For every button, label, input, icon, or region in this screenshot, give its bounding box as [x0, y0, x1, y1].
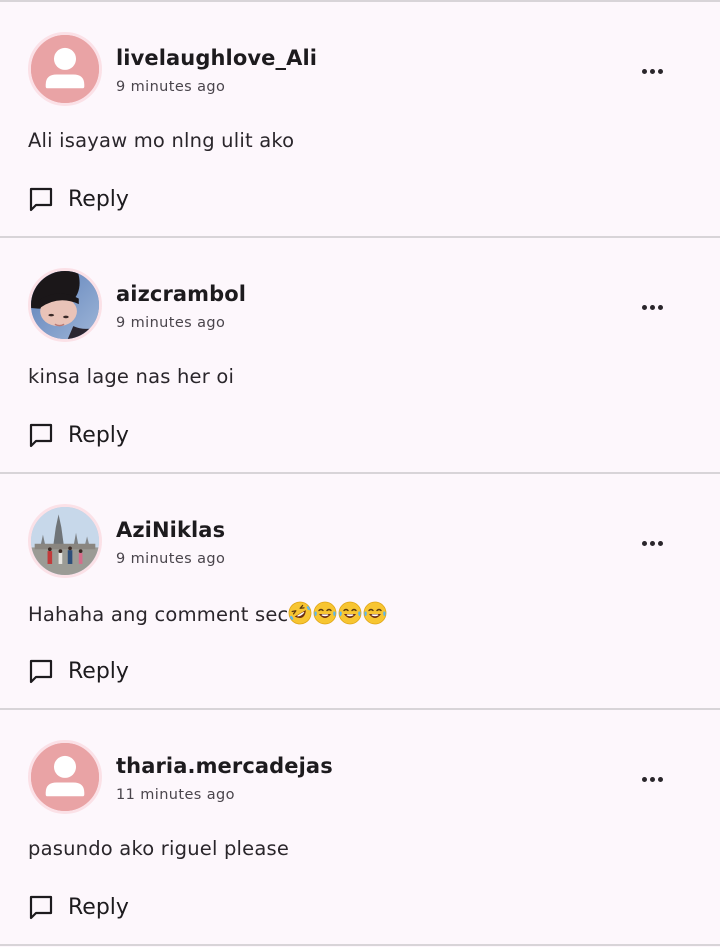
comment-bubble-icon: [28, 422, 54, 448]
avatar[interactable]: [28, 268, 102, 342]
comment-timestamp: 9 minutes ago: [116, 315, 226, 331]
avatar[interactable]: [28, 32, 102, 106]
more-options-button[interactable]: [630, 292, 674, 322]
comment-timestamp: 9 minutes ago: [116, 551, 226, 567]
person-icon: [31, 35, 99, 103]
reply-button[interactable]: Reply: [28, 654, 129, 688]
comment-username[interactable]: tharia.mercadejas: [116, 754, 333, 778]
comment-username[interactable]: aizcrambol: [116, 282, 246, 306]
comment-item: AziNiklas 9 minutes ago Hahaha ang comme…: [0, 474, 720, 708]
more-options-button[interactable]: [630, 764, 674, 794]
comment-username[interactable]: AziNiklas: [116, 518, 225, 542]
comment-text: Ali isayaw mo nlng ulit ako: [28, 129, 295, 152]
dot: [657, 540, 663, 546]
more-options-button[interactable]: [630, 528, 674, 558]
tears-of-joy-emoji-icon: [363, 601, 387, 625]
comment-bubble-icon: [28, 894, 54, 920]
comment-bubble-icon: [28, 186, 54, 212]
tears-of-joy-emoji-icon: [338, 601, 362, 625]
dot: [641, 304, 647, 310]
avatar[interactable]: [28, 504, 102, 578]
dot: [657, 776, 663, 782]
comment-text: Hahaha ang comment sec: [28, 601, 388, 626]
divider: [0, 944, 720, 946]
dot: [649, 540, 655, 546]
comment-timestamp: 11 minutes ago: [116, 787, 235, 803]
dot: [649, 776, 655, 782]
dot: [641, 68, 647, 74]
dot: [657, 304, 663, 310]
dot: [641, 540, 647, 546]
reply-button[interactable]: Reply: [28, 418, 129, 452]
rolling-on-floor-laughing-emoji-icon: [288, 601, 312, 625]
comment-text-body: Hahaha ang comment sec: [28, 603, 289, 626]
comment-text: pasundo ako riguel please: [28, 837, 290, 860]
person-icon: [31, 743, 99, 811]
reply-label: Reply: [68, 658, 129, 684]
reply-label: Reply: [68, 894, 129, 920]
comment-bubble-icon: [28, 658, 54, 684]
reply-label: Reply: [68, 422, 129, 448]
comment-username[interactable]: livelaughlove_Ali: [116, 46, 317, 70]
avatar[interactable]: [28, 740, 102, 814]
dot: [657, 68, 663, 74]
reply-label: Reply: [68, 186, 129, 212]
more-options-button[interactable]: [630, 56, 674, 86]
comment-item: aizcrambol 9 minutes ago kinsa lage nas …: [0, 238, 720, 472]
dot: [649, 68, 655, 74]
profile-photo: [31, 271, 99, 339]
comment-item: livelaughlove_Ali 9 minutes ago Ali isay…: [0, 2, 720, 236]
comment-timestamp: 9 minutes ago: [116, 79, 226, 95]
dot: [641, 776, 647, 782]
landscape-photo: [31, 507, 99, 575]
comment-item: tharia.mercadejas 11 minutes ago pasundo…: [0, 710, 720, 944]
reply-button[interactable]: Reply: [28, 182, 129, 216]
tears-of-joy-emoji-icon: [313, 601, 337, 625]
reply-button[interactable]: Reply: [28, 890, 129, 924]
comment-text: kinsa lage nas her oi: [28, 365, 235, 388]
dot: [649, 304, 655, 310]
